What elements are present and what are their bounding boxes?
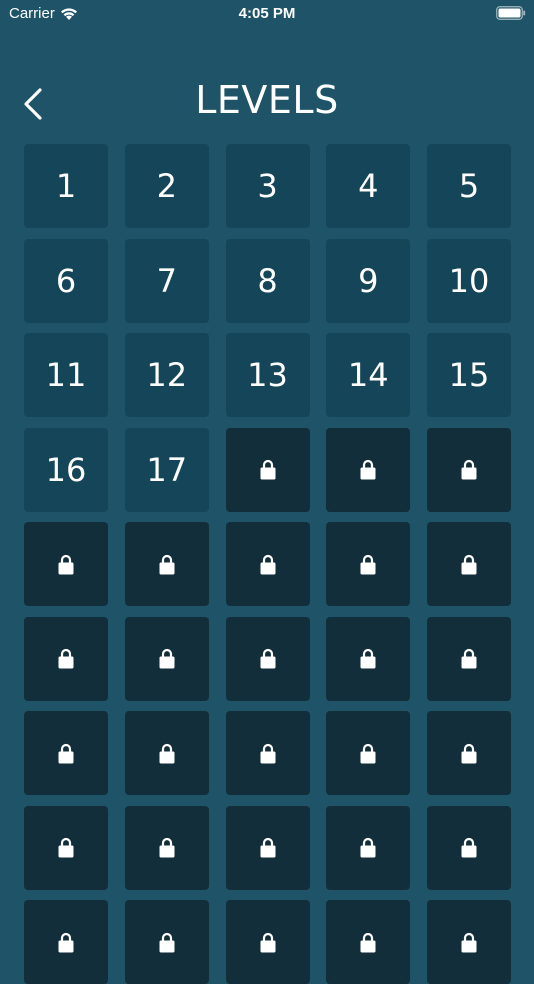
level-tile-locked[interactable] [124,900,209,984]
level-tile[interactable]: 15 [427,333,511,417]
lock-icon [159,743,175,763]
lock-icon [461,743,477,763]
level-tile[interactable]: 17 [124,427,209,512]
lock-icon [461,648,477,669]
lock-icon [360,743,376,763]
level-tile[interactable]: 8 [225,238,310,323]
level-tile[interactable]: 7 [124,238,209,323]
level-tile[interactable]: 3 [225,144,310,228]
level-tile-locked[interactable] [326,616,411,701]
level-tile-locked[interactable] [124,805,209,890]
level-number: 15 [448,356,490,394]
level-number: 5 [458,167,480,205]
level-tile-locked[interactable] [225,900,310,984]
level-tile-locked[interactable] [427,427,511,512]
level-tile[interactable]: 6 [24,238,108,323]
lock-icon [260,554,275,574]
level-tile-locked[interactable] [427,616,511,701]
navigation-bar: LEVELS [0,70,534,134]
level-tile[interactable]: 12 [124,333,209,417]
lock-icon [58,743,74,763]
level-tile[interactable]: 1 [24,144,108,228]
level-tile-locked[interactable] [24,711,108,795]
level-tile-locked[interactable] [225,427,310,512]
level-tile-locked[interactable] [326,711,411,795]
level-tile[interactable]: 16 [24,427,108,512]
level-tile[interactable]: 11 [24,333,108,417]
level-tile[interactable]: 4 [326,144,411,228]
level-tile-locked[interactable] [427,805,511,890]
level-number: 13 [247,356,288,394]
lock-icon [58,837,74,858]
level-tile-locked[interactable] [326,522,411,606]
lock-icon [360,459,376,480]
level-tile-locked[interactable] [326,427,411,512]
lock-icon [461,554,477,574]
level-tile[interactable]: 10 [427,238,511,323]
level-tile[interactable]: 5 [427,144,511,228]
level-tile-locked[interactable] [24,522,108,606]
status-bar: Carrier 4:05 PM [0,0,534,28]
lock-icon [461,459,477,480]
level-tile-locked[interactable] [225,711,310,795]
level-tile-locked[interactable] [24,805,108,890]
level-tile-locked[interactable] [225,805,310,890]
lock-icon [360,837,376,858]
level-number: 1 [55,167,77,205]
lock-icon [260,837,275,858]
level-number: 3 [257,167,278,205]
level-number: 17 [146,450,188,489]
level-number: 7 [156,261,177,300]
level-number: 16 [45,450,87,489]
level-tile[interactable]: 2 [124,144,209,228]
level-number: 8 [257,261,278,300]
level-tile[interactable]: 14 [326,333,411,417]
lock-icon [159,648,175,669]
level-tile-locked[interactable] [427,900,511,984]
lock-icon [360,554,376,574]
level-number: 11 [45,356,87,394]
level-number: 12 [146,356,188,394]
lock-icon [360,648,376,669]
lock-icon [360,932,376,952]
lock-icon [159,932,175,952]
level-tile-locked[interactable] [124,616,209,701]
level-tile-locked[interactable] [427,522,511,606]
lock-icon [159,554,175,574]
level-tile[interactable]: 13 [225,333,310,417]
lock-icon [260,459,275,480]
level-tile-locked[interactable] [24,616,108,701]
level-tile-locked[interactable] [427,711,511,795]
level-number: 10 [448,261,490,300]
level-tile-locked[interactable] [326,900,411,984]
level-number: 2 [156,167,177,205]
level-grid: 1 2 3 4 5 6 7 8 9 10 11 12 13 14 15 16 17 [24,144,511,984]
lock-icon [461,932,477,952]
level-tile-locked[interactable] [124,522,209,606]
lock-icon [260,932,275,952]
lock-icon [461,837,477,858]
level-tile-locked[interactable] [326,805,411,890]
level-number: 4 [358,167,379,205]
level-number: 14 [347,356,389,394]
level-tile[interactable]: 9 [326,238,411,323]
lock-icon [58,932,74,952]
level-number: 6 [55,261,77,300]
status-time: 4:05 PM [238,5,296,22]
lock-icon [58,648,74,669]
battery-icon [496,6,526,20]
page-title: LEVELS [195,78,339,122]
lock-icon [260,648,275,669]
lock-icon [159,837,175,858]
lock-icon [260,743,275,763]
level-tile-locked[interactable] [225,616,310,701]
level-tile-locked[interactable] [225,522,310,606]
level-tile-locked[interactable] [124,711,209,795]
lock-icon [58,554,74,574]
level-tile-locked[interactable] [24,900,108,984]
level-number: 9 [358,261,379,300]
